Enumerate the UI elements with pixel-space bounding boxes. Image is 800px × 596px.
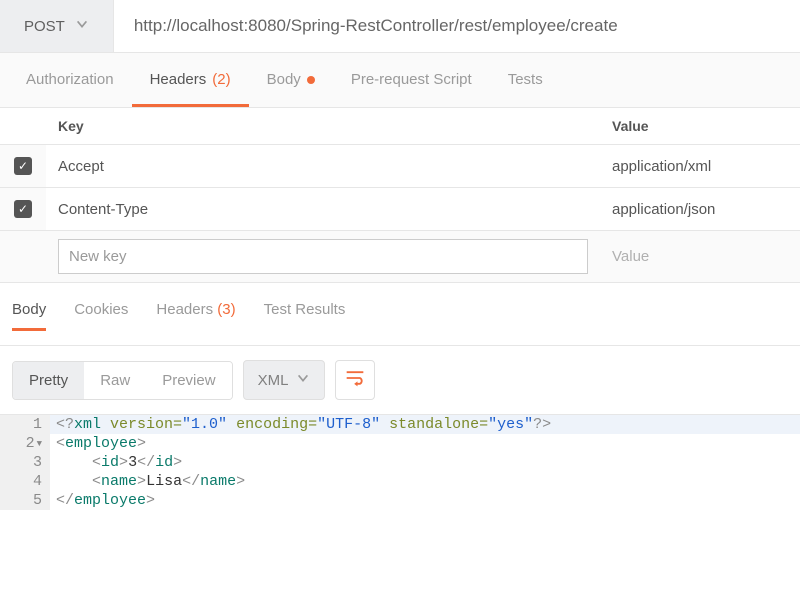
new-header-row: Value — [0, 231, 800, 283]
chevron-down-icon — [296, 371, 310, 389]
view-bar: Pretty Raw Preview XML — [0, 346, 800, 414]
tab-label: Test Results — [264, 301, 346, 318]
col-key: Key — [46, 108, 600, 145]
tab-count: (2) — [212, 71, 230, 88]
table-header-row: Key Value — [0, 108, 800, 145]
fold-icon[interactable]: ▼ — [37, 439, 42, 449]
header-key[interactable]: Accept — [46, 145, 600, 188]
lang-label: XML — [258, 372, 289, 389]
code-line: 2▼<employee> — [0, 434, 800, 453]
line-number: 4 — [0, 472, 50, 491]
tab-authorization[interactable]: Authorization — [8, 53, 132, 107]
code-content: <name>Lisa</name> — [50, 472, 251, 491]
code-line: 5</employee> — [0, 491, 800, 510]
wrap-icon — [345, 369, 365, 391]
lang-select[interactable]: XML — [243, 360, 326, 400]
chevron-down-icon — [75, 17, 89, 35]
url-input[interactable] — [114, 0, 800, 52]
method-label: POST — [24, 18, 65, 35]
line-number: 1 — [0, 415, 50, 434]
code-content: <employee> — [50, 434, 152, 453]
tab-label: Headers — [156, 301, 213, 318]
resp-tab-cookies[interactable]: Cookies — [74, 297, 128, 331]
code-content: <id>3</id> — [50, 453, 188, 472]
col-value: Value — [600, 108, 800, 145]
line-number: 3 — [0, 453, 50, 472]
code-content: <?xml version="1.0" encoding="UTF-8" sta… — [50, 415, 557, 434]
resp-tab-headers[interactable]: Headers (3) — [156, 297, 235, 331]
checkbox-icon[interactable]: ✓ — [14, 200, 32, 218]
request-tabs: Authorization Headers (2) Body Pre-reque… — [0, 53, 800, 108]
wrap-lines-button[interactable] — [335, 360, 375, 400]
line-number: 5 — [0, 491, 50, 510]
headers-table: Key Value ✓ Acceptapplication/xml ✓ Content… — [0, 108, 800, 283]
view-mode-group: Pretty Raw Preview — [12, 361, 233, 400]
tab-count: (3) — [217, 301, 235, 318]
response-tabs: Body Cookies Headers (3) Test Results — [0, 283, 800, 346]
resp-tab-test-results[interactable]: Test Results — [264, 297, 346, 331]
line-number: 2▼ — [0, 434, 50, 453]
table-row[interactable]: ✓ Acceptapplication/xml — [0, 145, 800, 188]
checkbox-icon[interactable]: ✓ — [14, 157, 32, 175]
dot-icon — [307, 76, 315, 84]
header-value[interactable]: application/xml — [600, 145, 800, 188]
code-content: </employee> — [50, 491, 161, 510]
new-value-placeholder[interactable]: Value — [612, 248, 649, 265]
tab-body[interactable]: Body — [249, 53, 333, 107]
response-body-code[interactable]: 1<?xml version="1.0" encoding="UTF-8" st… — [0, 414, 800, 510]
table-row[interactable]: ✓ Content-Typeapplication/json — [0, 188, 800, 231]
header-value[interactable]: application/json — [600, 188, 800, 231]
request-bar: POST — [0, 0, 800, 53]
header-key[interactable]: Content-Type — [46, 188, 600, 231]
view-pretty[interactable]: Pretty — [13, 362, 84, 399]
view-preview[interactable]: Preview — [146, 362, 231, 399]
tab-headers[interactable]: Headers (2) — [132, 53, 249, 107]
tab-label: Cookies — [74, 301, 128, 318]
code-line: 3 <id>3</id> — [0, 453, 800, 472]
code-line: 1<?xml version="1.0" encoding="UTF-8" st… — [0, 415, 800, 434]
col-check — [0, 108, 46, 145]
tab-label: Body — [12, 301, 46, 318]
tab-label: Pre-request Script — [351, 71, 472, 88]
tab-label: Authorization — [26, 71, 114, 88]
code-line: 4 <name>Lisa</name> — [0, 472, 800, 491]
view-raw[interactable]: Raw — [84, 362, 146, 399]
tab-label: Tests — [508, 71, 543, 88]
tab-prerequest[interactable]: Pre-request Script — [333, 53, 490, 107]
method-select[interactable]: POST — [0, 0, 114, 52]
tab-tests[interactable]: Tests — [490, 53, 561, 107]
tab-label: Headers — [150, 71, 207, 88]
new-key-input[interactable] — [58, 239, 588, 274]
resp-tab-body[interactable]: Body — [12, 297, 46, 331]
tab-label: Body — [267, 71, 301, 88]
